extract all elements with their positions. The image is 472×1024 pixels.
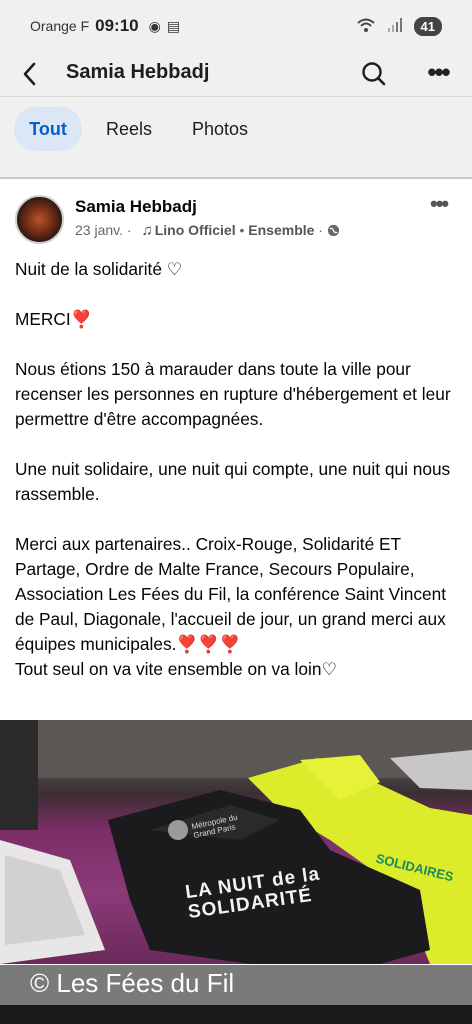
post-text: Nuit de la solidarité ♡ MERCI❣️ Nous éti…	[15, 257, 465, 682]
tab-reels[interactable]: Reels	[97, 107, 161, 151]
back-arrow-icon[interactable]	[16, 57, 46, 91]
post-music-artist[interactable]: Lino Officiel	[155, 222, 236, 238]
watermark-text: © Les Fées du Fil	[30, 968, 235, 998]
post-paragraph: Nous étions 150 à marauder dans toute la…	[15, 359, 451, 429]
post-paragraph: Nuit de la solidarité ♡	[15, 259, 183, 279]
notification-icon: ▤	[166, 17, 181, 34]
post-paragraph: Tout seul on va vite ensemble on va loin…	[15, 659, 337, 679]
tab-photos[interactable]: Photos	[180, 107, 260, 151]
post-photo[interactable]: Métropole du Grand Paris LA NUIT de la S…	[0, 720, 472, 964]
more-options-icon[interactable]: •••	[420, 57, 456, 91]
tab-tout[interactable]: Tout	[14, 107, 82, 151]
post-author[interactable]: Samia Hebbadj	[75, 197, 197, 217]
clock: 09:10	[95, 16, 139, 35]
wifi-icon	[356, 17, 376, 36]
profile-header: Samia Hebbadj •••	[0, 52, 472, 96]
status-bar: Orange F 09:10 ◉ ▤ 41	[0, 0, 472, 52]
signal-icon	[387, 17, 402, 35]
post-date[interactable]: 23 janv.	[75, 222, 123, 238]
filter-tabs: Tout Reels Photos	[0, 97, 472, 167]
post-paragraph: MERCI❣️	[15, 309, 93, 329]
music-note-icon: ♫	[141, 222, 153, 239]
post-music-track[interactable]: Ensemble	[248, 222, 314, 238]
globe-icon	[327, 222, 340, 238]
photo-scene	[0, 720, 472, 964]
battery-indicator: 41	[413, 16, 442, 36]
avatar[interactable]	[15, 195, 64, 244]
system-nav-bar	[0, 1005, 472, 1024]
post-card: Samia Hebbadj 23 janv. · ♫ Lino Officiel …	[0, 181, 472, 720]
post-meta: 23 janv. · ♫ Lino Officiel • Ensemble ·	[75, 222, 340, 239]
post-more-icon[interactable]: •••	[430, 191, 449, 217]
messenger-icon: ◉	[148, 17, 161, 34]
post-paragraph: Une nuit solidaire, une nuit qui compte,…	[15, 459, 451, 504]
page-title: Samia Hebbadj	[66, 61, 210, 83]
carrier-label: Orange F	[30, 18, 90, 34]
section-separator	[0, 167, 472, 179]
search-icon[interactable]	[358, 57, 390, 91]
post-paragraph: Merci aux partenaires.. Croix-Rouge, Sol…	[15, 534, 446, 654]
